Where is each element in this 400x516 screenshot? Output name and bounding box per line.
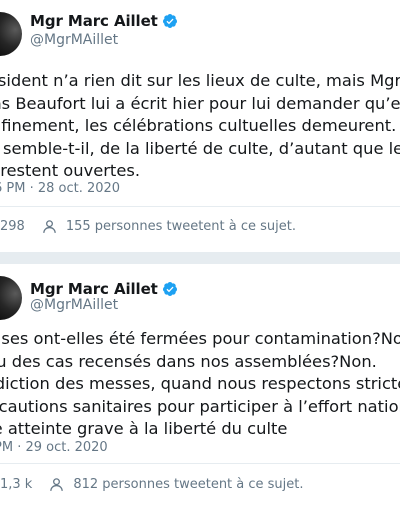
like-count[interactable]: 298 [0,219,25,234]
tweet-stats: 1,3 k 812 personnes tweetent à ce sujet. [0,476,304,493]
tweet-text-line: une atteinte grave à la liberté du culte [0,419,288,438]
tweeting-count-link[interactable]: 812 personnes tweetent à ce sujet. [73,477,303,492]
tweet-text-line: terdiction des messes, quand nous respec… [0,374,400,393]
verified-badge-icon [162,14,177,28]
author-handle[interactable]: @MgrMAillet [30,297,118,313]
verified-badge-icon [162,282,177,296]
tweet-text: églises ont-elles été fermées pour conta… [0,328,400,441]
author-row: Mgr Marc Aillet [30,12,178,30]
tweet-text: Président n’a rien dit sur les lieux de … [0,70,400,183]
tweet-card[interactable]: Mgr Marc Aillet @MgrMAillet Président n’… [0,0,400,252]
author-name[interactable]: Mgr Marc Aillet [30,12,158,30]
divider [0,463,400,464]
author-name[interactable]: Mgr Marc Aillet [30,280,158,298]
tweet-timestamp[interactable]: PM · 29 oct. 2020 [0,440,108,455]
avatar[interactable] [0,12,22,56]
person-icon [50,478,64,491]
tweet-text-line: précautions sanitaires pour participer à… [0,396,400,416]
divider [0,206,400,207]
person-icon [43,220,56,233]
tweet-card[interactable]: Mgr Marc Aillet @MgrMAillet églises ont-… [0,264,400,516]
author-row: Mgr Marc Aillet [30,280,178,298]
tweet-text-line: il eu des cas recensés dans nos assemblé… [0,351,377,371]
tweet-text-line: ulins Beaufort lui a écrit hier pour lui… [0,93,400,113]
tweet-text-line: confinement, les célébrations cultuelles… [0,116,400,135]
tweet-text-line: églises ont-elles été fermées pour conta… [0,329,400,348]
like-count[interactable]: 1,3 k [0,477,32,492]
avatar[interactable] [0,276,22,320]
tweet-text-line: Président n’a rien dit sur les lieux de … [0,71,400,90]
tweet-text-line: les restent ouvertes. [0,161,140,180]
tweet-text-line: me semble-t-il, de la liberté de culte, … [0,138,400,158]
tweeting-count-link[interactable]: 155 personnes tweetent à ce sujet. [66,219,296,234]
tweet-stats: 298 155 personnes tweetent à ce sujet. [0,218,296,235]
author-handle[interactable]: @MgrMAillet [30,32,118,48]
tweet-timestamp[interactable]: 6 PM · 28 oct. 2020 [0,181,120,196]
